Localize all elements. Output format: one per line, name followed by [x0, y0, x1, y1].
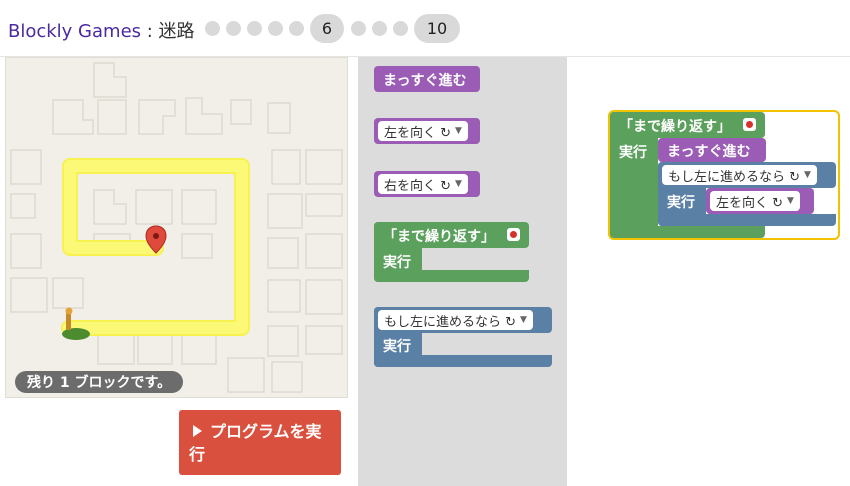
maze-board: 残り 1 ブロックです。	[5, 57, 348, 398]
level-dot-7[interactable]	[351, 21, 366, 36]
goal-pin-icon	[507, 228, 520, 241]
level-dot-5[interactable]	[289, 21, 304, 36]
toolbox-move-forward-block[interactable]: まっすぐ進む	[374, 66, 480, 92]
turn-left-dropdown[interactable]: 左を向く ↻ ▼	[378, 121, 468, 141]
if-path-label: もし左に進めるなら ↻	[384, 314, 517, 330]
page-title: Blockly Games : 迷路	[8, 17, 195, 43]
program-workspace[interactable]: 「まで繰り返す」 実行 まっすぐ進む もし左に進めるなら ↻ ▼ 実行 左を向く …	[567, 57, 850, 486]
chevron-down-icon: ▼	[804, 170, 811, 180]
ws-repeat-until-label: 「まで繰り返す」	[619, 119, 731, 135]
toolbox-turn-right-block[interactable]: 右を向く ↻ ▼	[374, 171, 480, 197]
ws-repeat-do-label: 実行	[619, 145, 647, 161]
chevron-down-icon: ▼	[520, 315, 527, 325]
header-bar: Blockly Games : 迷路 6 10	[0, 0, 850, 57]
turn-left-label: 左を向く ↻	[384, 125, 452, 141]
move-forward-label: まっすぐ進む	[383, 73, 467, 89]
repeat-do-label: 実行	[383, 255, 411, 271]
turn-right-label: 右を向く ↻	[384, 178, 452, 194]
if-do-label: 実行	[383, 339, 411, 355]
ws-turn-left-dropdown[interactable]: 左を向く ↻ ▼	[710, 191, 800, 211]
status-badge: 残り 1 ブロックです。	[15, 371, 184, 393]
run-program-label: プログラムを実行	[189, 422, 322, 464]
level-last[interactable]: 10	[414, 14, 460, 43]
ws-move-forward-block[interactable]: まっすぐ進む	[658, 138, 766, 162]
level-current[interactable]: 6	[310, 14, 344, 43]
run-program-button[interactable]: プログラムを実行	[179, 410, 341, 475]
ws-if-do-label: 実行	[667, 195, 695, 211]
game-name: 迷路	[158, 21, 195, 42]
level-dot-1[interactable]	[205, 21, 220, 36]
chevron-down-icon: ▼	[787, 196, 794, 206]
title-separator: :	[141, 21, 159, 42]
ws-turn-left-block[interactable]: 左を向く ↻ ▼	[706, 188, 814, 214]
if-path-dropdown[interactable]: もし左に進めるなら ↻ ▼	[378, 310, 533, 330]
level-dot-2[interactable]	[226, 21, 241, 36]
ws-move-forward-label: まっすぐ進む	[667, 144, 751, 160]
toolbox-turn-left-block[interactable]: 左を向く ↻ ▼	[374, 118, 480, 144]
app-home-link[interactable]: Blockly Games	[8, 21, 141, 42]
goal-pin-icon	[743, 118, 756, 131]
chevron-down-icon: ▼	[455, 126, 462, 136]
toolbox-if-path-block[interactable]: もし左に進めるなら ↻ ▼ 実行	[374, 307, 552, 367]
maze-background-tiles	[10, 62, 343, 393]
turn-right-dropdown[interactable]: 右を向く ↻ ▼	[378, 174, 468, 194]
chevron-down-icon: ▼	[455, 179, 462, 189]
ws-if-path-label: もし左に進めるなら ↻	[668, 169, 801, 185]
level-dot-9[interactable]	[393, 21, 408, 36]
workspace-repeat-until-block[interactable]: 「まで繰り返す」 実行 まっすぐ進む もし左に進めるなら ↻ ▼ 実行 左を向く …	[608, 110, 840, 240]
level-selector: 6 10	[205, 14, 467, 43]
level-dot-4[interactable]	[268, 21, 283, 36]
block-toolbox: まっすぐ進む 左を向く ↻ ▼ 右を向く ↻ ▼ 「まで繰り返す」 実行 もし左に進…	[358, 57, 567, 486]
ws-turn-left-label: 左を向く ↻	[716, 195, 784, 211]
repeat-until-label: 「まで繰り返す」	[383, 229, 495, 245]
ws-if-path-block[interactable]: もし左に進めるなら ↻ ▼ 実行 左を向く ↻ ▼	[658, 162, 836, 226]
maze-svg	[10, 62, 343, 393]
toolbox-repeat-until-block[interactable]: 「まで繰り返す」 実行	[374, 222, 529, 282]
ws-if-path-dropdown[interactable]: もし左に進めるなら ↻ ▼	[662, 165, 817, 185]
level-dot-8[interactable]	[372, 21, 387, 36]
level-dot-3[interactable]	[247, 21, 262, 36]
play-icon	[193, 425, 202, 437]
